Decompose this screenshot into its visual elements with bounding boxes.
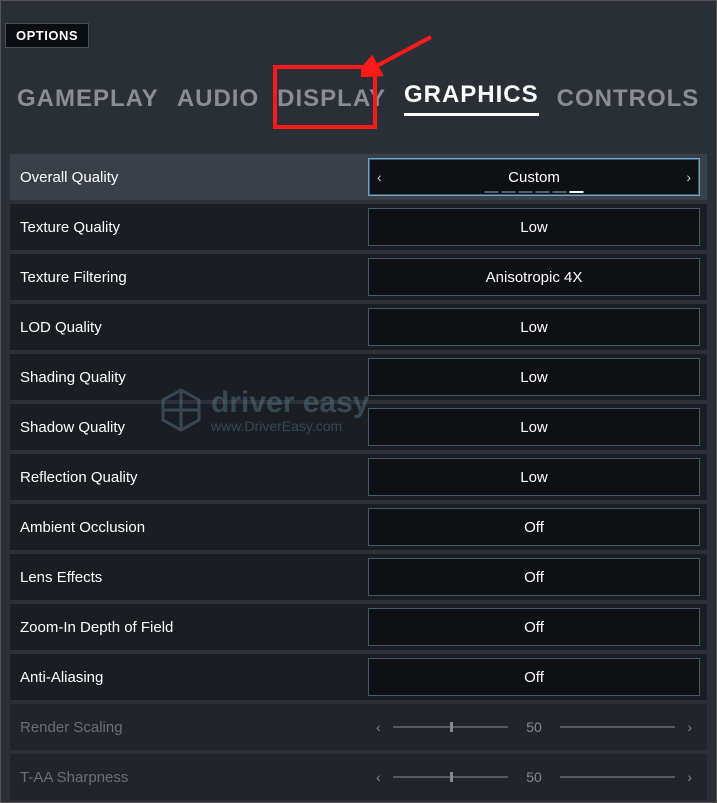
chevron-left-icon: ‹ — [376, 769, 381, 785]
setting-value: Off — [524, 669, 544, 686]
chevron-right-icon: › — [687, 719, 692, 735]
chevron-right-icon: › — [687, 769, 692, 785]
slider-track — [393, 726, 508, 728]
setting-value-selector[interactable]: Low — [368, 308, 700, 346]
setting-value-selector[interactable]: Low — [368, 458, 700, 496]
annotation-arrow-icon — [361, 31, 441, 77]
setting-value: Off — [524, 519, 544, 536]
setting-ambient-occlusion[interactable]: Ambient Occlusion Off — [9, 503, 708, 551]
setting-value: Off — [524, 569, 544, 586]
tabs-bar: GAMEPLAY AUDIO DISPLAY GRAPHICS CONTROLS — [17, 81, 699, 116]
setting-value-selector[interactable]: Off — [368, 558, 700, 596]
setting-value: Low — [520, 369, 548, 386]
tab-gameplay[interactable]: GAMEPLAY — [17, 85, 159, 113]
slider-track — [560, 776, 675, 778]
slider-value: 50 — [520, 719, 548, 735]
setting-slider: ‹ 50 › — [368, 758, 700, 796]
setting-label: Reflection Quality — [10, 469, 368, 486]
setting-texture-quality[interactable]: Texture Quality Low — [9, 203, 708, 251]
setting-zoom-dof[interactable]: Zoom-In Depth of Field Off — [9, 603, 708, 651]
tab-controls[interactable]: CONTROLS — [557, 85, 700, 113]
setting-label: Shading Quality — [10, 369, 368, 386]
setting-value-selector[interactable]: Off — [368, 608, 700, 646]
options-badge: OPTIONS — [5, 23, 89, 48]
setting-lens-effects[interactable]: Lens Effects Off — [9, 553, 708, 601]
setting-label: T-AA Sharpness — [10, 769, 368, 786]
setting-value-selector[interactable]: Off — [368, 658, 700, 696]
setting-value-selector[interactable]: Anisotropic 4X — [368, 258, 700, 296]
setting-reflection-quality[interactable]: Reflection Quality Low — [9, 453, 708, 501]
tab-audio[interactable]: AUDIO — [177, 85, 259, 113]
setting-label: Render Scaling — [10, 719, 368, 736]
setting-shadow-quality[interactable]: Shadow Quality Low — [9, 403, 708, 451]
tab-graphics[interactable]: GRAPHICS — [404, 81, 539, 116]
setting-label: Lens Effects — [10, 569, 368, 586]
setting-value: Low — [520, 319, 548, 336]
setting-value: Custom — [508, 169, 560, 186]
setting-label: Texture Quality — [10, 219, 368, 236]
preset-indicator — [485, 191, 584, 193]
slider-value: 50 — [520, 769, 548, 785]
setting-value: Off — [524, 619, 544, 636]
slider-knob — [450, 722, 453, 732]
setting-render-scaling: Render Scaling ‹ 50 › — [9, 703, 708, 751]
setting-value: Low — [520, 469, 548, 486]
setting-label: Zoom-In Depth of Field — [10, 619, 368, 636]
setting-label: Texture Filtering — [10, 269, 368, 286]
tab-display[interactable]: DISPLAY — [277, 85, 386, 113]
setting-value-selector[interactable]: Off — [368, 508, 700, 546]
setting-value: Low — [520, 419, 548, 436]
setting-value-selector[interactable]: Low — [368, 408, 700, 446]
chevron-left-icon[interactable]: ‹ — [377, 169, 382, 185]
setting-slider: ‹ 50 › — [368, 708, 700, 746]
setting-value-selector[interactable]: Low — [368, 208, 700, 246]
setting-anti-aliasing[interactable]: Anti-Aliasing Off — [9, 653, 708, 701]
setting-value: Anisotropic 4X — [486, 269, 583, 286]
slider-track — [393, 776, 508, 778]
setting-shading-quality[interactable]: Shading Quality Low — [9, 353, 708, 401]
setting-lod-quality[interactable]: LOD Quality Low — [9, 303, 708, 351]
slider-track — [560, 726, 675, 728]
setting-label: Ambient Occlusion — [10, 519, 368, 536]
setting-value-selector[interactable]: Low — [368, 358, 700, 396]
setting-taa-sharpness: T-AA Sharpness ‹ 50 › — [9, 753, 708, 801]
setting-texture-filtering[interactable]: Texture Filtering Anisotropic 4X — [9, 253, 708, 301]
setting-value-selector[interactable]: ‹ Custom › — [368, 158, 700, 196]
chevron-right-icon[interactable]: › — [686, 169, 691, 185]
settings-list: Overall Quality ‹ Custom › Texture Quali… — [9, 153, 708, 803]
setting-label: LOD Quality — [10, 319, 368, 336]
chevron-left-icon: ‹ — [376, 719, 381, 735]
setting-label: Anti-Aliasing — [10, 669, 368, 686]
setting-value: Low — [520, 219, 548, 236]
setting-label: Overall Quality — [10, 169, 368, 186]
setting-label: Shadow Quality — [10, 419, 368, 436]
setting-overall-quality[interactable]: Overall Quality ‹ Custom › — [9, 153, 708, 201]
slider-knob — [450, 772, 453, 782]
